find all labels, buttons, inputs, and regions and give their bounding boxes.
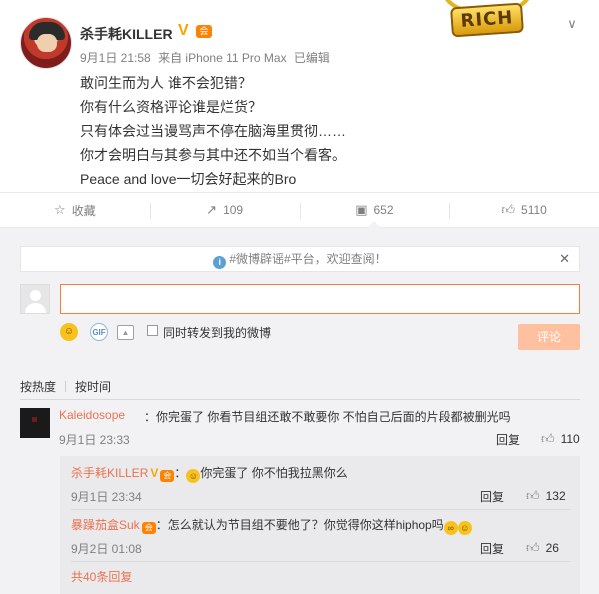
info-icon: i xyxy=(213,256,227,269)
divider xyxy=(71,561,571,562)
comment-like-count: 110 xyxy=(560,432,580,446)
like-button[interactable]: 👍︎ 5110 xyxy=(449,193,599,227)
comment-sort-bar: 按热度 按时间 xyxy=(20,378,111,398)
commenter-avatar[interactable] xyxy=(20,408,50,438)
submit-comment-button[interactable]: 评论 xyxy=(518,324,580,350)
glasses-emoji-icon: ∞ xyxy=(443,521,458,535)
comment-time: 9月1日 23:33 xyxy=(59,433,130,447)
notice-text: #微博辟谣#平台，欢迎查阅！ xyxy=(229,252,387,266)
post-action-bar: ☆ 收藏 ↗ 109 ▣ 652 👍︎ 5110 xyxy=(0,192,599,228)
favorite-label: 收藏 xyxy=(71,203,96,218)
post-line: 你才会明白与其参与其中还不如当个看客。 xyxy=(80,147,346,163)
emoji-icon[interactable]: ☺ xyxy=(60,323,78,341)
commenter-name[interactable]: Kaleidosope xyxy=(59,408,125,422)
repost-checkbox[interactable] xyxy=(147,325,158,336)
reply-like-button[interactable]: 👍︎ 132 xyxy=(526,488,566,504)
reply-button[interactable]: 回复 xyxy=(480,540,504,557)
comment-like-button[interactable]: 👍︎ 110 xyxy=(541,431,580,447)
chevron-down-icon[interactable]: ∨ xyxy=(564,16,580,32)
reply-button[interactable]: 回复 xyxy=(496,431,520,448)
rich-sticker-text: RICH xyxy=(450,2,524,38)
vip-badge-icon: 会 xyxy=(196,25,212,38)
sort-by-hot[interactable]: 按热度 xyxy=(20,380,56,394)
reply-button[interactable]: 回复 xyxy=(480,488,504,505)
reply-like-count: 26 xyxy=(545,541,559,555)
image-icon[interactable]: ▲ xyxy=(117,325,134,340)
post-line: 只有体会过当谩骂声不停在脑海里贯彻…… xyxy=(80,123,346,139)
thumbs-up-icon: 👍︎ xyxy=(541,431,555,446)
post-date[interactable]: 9月1日 21:58 xyxy=(80,51,151,65)
post-source: 来自 iPhone 11 Pro Max xyxy=(158,51,287,65)
comment-text: ：你完蛋了 你看节目组还敢不敢要你 不怕自己后面的片段都被删光吗 xyxy=(144,410,511,424)
vip-badge-icon: 会 xyxy=(141,522,156,534)
post-line: 你有什么资格评论谁是烂货？ xyxy=(80,99,262,115)
doge-emoji-icon: ☺ xyxy=(457,521,472,535)
sub-reply: 暴躁茄盒Suk 会：怎么就认为节目组不要他了？你觉得你这样hiphop吗 ∞ ☺ 9月… xyxy=(71,516,571,568)
comment-icon: ▣ xyxy=(355,202,368,217)
star-icon: ☆ xyxy=(54,202,66,217)
smirk-emoji-icon: ☺ xyxy=(186,469,201,483)
close-icon[interactable]: ✕ xyxy=(559,247,570,271)
post-edited-flag[interactable]: 已编辑 xyxy=(294,51,330,65)
post-content: 敢问生而为人 谁不会犯错？ 你有什么资格评论谁是烂货？ 只有体会过当谩骂声不停在… xyxy=(80,71,560,191)
weibo-post: 杀手耗KILLER V 会 9月1日 21:58 来自 iPhone 11 Pr… xyxy=(0,0,599,192)
comment-area: i #微博辟谣#平台，欢迎查阅！ ✕ ☺ GIF ▲ 同时转发到我的微博 评论 按… xyxy=(0,228,599,594)
rich-chain-sticker: RICH xyxy=(433,0,543,40)
post-line: 敢问生而为人 谁不会犯错？ xyxy=(80,75,252,91)
repost-button[interactable]: ↗ 109 xyxy=(149,193,300,227)
gif-icon[interactable]: GIF xyxy=(90,323,108,341)
favorite-button[interactable]: ☆ 收藏 xyxy=(0,193,150,227)
reply-user-name[interactable]: 暴躁茄盒Suk xyxy=(71,518,140,532)
comment-button[interactable]: ▣ 652 xyxy=(299,193,450,228)
post-line: Peace and love一切会好起来的Bro xyxy=(80,171,297,187)
view-all-replies-link[interactable]: 共40条回复 xyxy=(71,568,132,585)
my-avatar xyxy=(20,284,50,314)
vip-badge-icon: 会 xyxy=(160,470,175,482)
repost-icon: ↗ xyxy=(206,202,218,217)
thumbs-up-icon: 👍︎ xyxy=(501,202,516,217)
like-count: 5110 xyxy=(521,203,547,217)
thumbs-up-icon: 👍︎ xyxy=(526,488,540,503)
comment-count: 652 xyxy=(373,203,394,217)
active-tab-caret xyxy=(367,221,382,228)
author-name[interactable]: 杀手耗KILLER xyxy=(80,24,173,44)
reply-like-count: 132 xyxy=(545,489,566,503)
reply-time: 9月1日 23:34 xyxy=(71,490,142,504)
rumor-notice-banner[interactable]: i #微博辟谣#平台，欢迎查阅！ ✕ xyxy=(20,246,580,272)
reply-text: ：怎么就认为节目组不要他了？你觉得你这样hiphop吗 xyxy=(155,518,444,532)
post-meta: 9月1日 21:58 来自 iPhone 11 Pro Max 已编辑 xyxy=(80,49,334,66)
author-avatar[interactable] xyxy=(20,17,72,69)
comment-input[interactable] xyxy=(60,284,580,314)
reply-user-name[interactable]: 杀手耗KILLER xyxy=(71,466,148,480)
sub-replies-panel: 杀手耗KILLER V 会： ☺ 你完蛋了 你不怕我拉黑你么 9月1日 23:34 回复… xyxy=(60,456,580,594)
divider xyxy=(71,509,571,510)
verified-badge-icon: V xyxy=(178,22,189,39)
thumbs-up-icon: 👍︎ xyxy=(526,540,540,555)
repost-option-label[interactable]: 同时转发到我的微博 xyxy=(163,324,271,341)
reply-text: 你完蛋了 你不怕我拉黑你么 xyxy=(200,466,348,480)
sub-reply: 杀手耗KILLER V 会： ☺ 你完蛋了 你不怕我拉黑你么 9月1日 23:34 回复… xyxy=(71,464,571,516)
divider xyxy=(20,399,580,400)
reply-like-button[interactable]: 👍︎ 26 xyxy=(526,540,559,556)
reply-time: 9月2日 01:08 xyxy=(71,542,142,556)
repost-count: 109 xyxy=(223,203,244,217)
sort-by-time[interactable]: 按时间 xyxy=(75,380,111,394)
verified-badge-icon: V xyxy=(150,466,159,480)
